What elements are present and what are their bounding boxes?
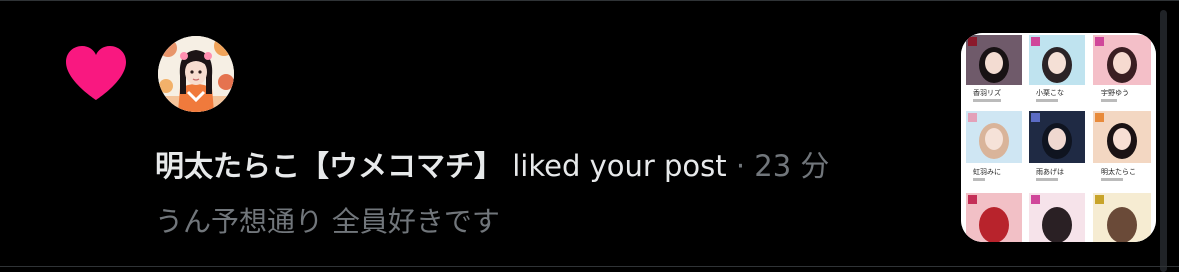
avatar-image xyxy=(158,36,234,112)
like-notification[interactable]: 明太たらこ【ウメコマチ】 liked your post · 23 分 うん予想… xyxy=(0,0,1179,272)
top-divider xyxy=(0,0,1179,1)
post-image-thumbnail[interactable]: 香羽リズ 小栗こな 宇野ゆう 虹羽みに 雨あげは 明太たらこ xyxy=(961,33,1156,242)
thumb-name-2: 小栗こな xyxy=(1036,88,1064,97)
heart-icon xyxy=(66,46,126,100)
separator-dot: · xyxy=(726,149,755,183)
bottom-divider xyxy=(0,266,1179,267)
user-name[interactable]: 明太たらこ【ウメコマチ】 xyxy=(155,149,503,183)
scrollbar[interactable] xyxy=(1160,10,1167,272)
notification-text: 明太たらこ【ウメコマチ】 liked your post · 23 分 xyxy=(155,143,829,185)
action-text: liked your post xyxy=(503,149,727,183)
post-text[interactable]: うん予想通り 全員好きです xyxy=(155,200,500,240)
thumb-name-6: 明太たらこ xyxy=(1101,167,1136,176)
user-avatar[interactable] xyxy=(158,36,234,112)
thumb-name-4: 虹羽みに xyxy=(973,167,1001,176)
thumb-name-3: 宇野ゆう xyxy=(1101,88,1129,97)
thumb-name-1: 香羽リズ xyxy=(973,88,1001,97)
thumb-name-5: 雨あげは xyxy=(1036,167,1064,176)
thumbnail-grid-image: 香羽リズ 小栗こな 宇野ゆう 虹羽みに 雨あげは 明太たらこ xyxy=(961,33,1156,242)
timestamp: 23 分 xyxy=(754,149,830,183)
